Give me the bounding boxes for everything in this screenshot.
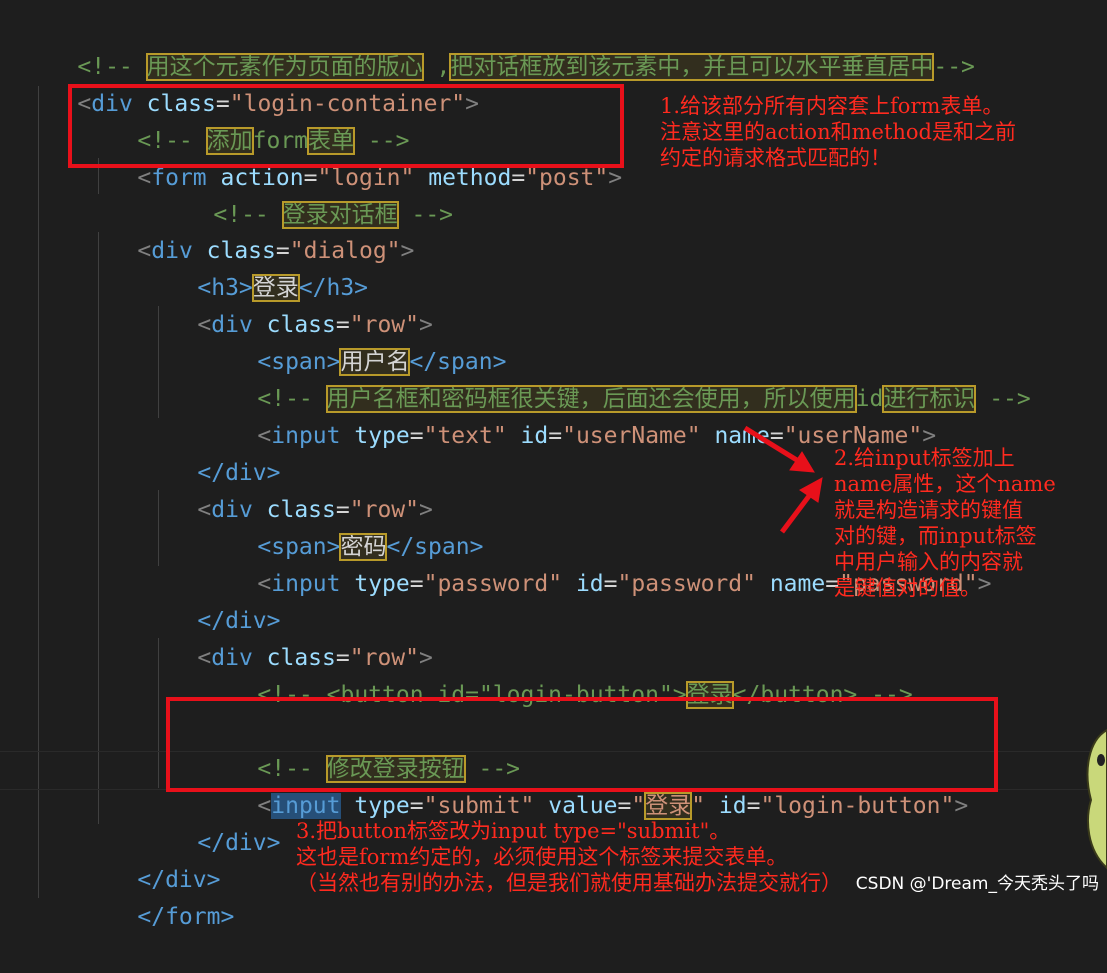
arrow-icon	[743, 425, 815, 473]
mascot-sticker	[1086, 728, 1107, 870]
watermark: CSDN @'Dream_今天秃头了吗	[855, 874, 1099, 894]
arrow-icon	[780, 477, 823, 534]
tag-token: </form>	[137, 904, 235, 930]
annotation-note-1: 1.给该部分所有内容套上form表单。 注意这里的action和method是和…	[660, 94, 1016, 170]
annotation-note-3: 3.把button标签改为input type="submit"。 这也是for…	[296, 819, 842, 895]
annotation-note-2: 2.给input标签加上 name属性，这个name 就是构造请求的键值 对的键…	[834, 446, 1056, 600]
